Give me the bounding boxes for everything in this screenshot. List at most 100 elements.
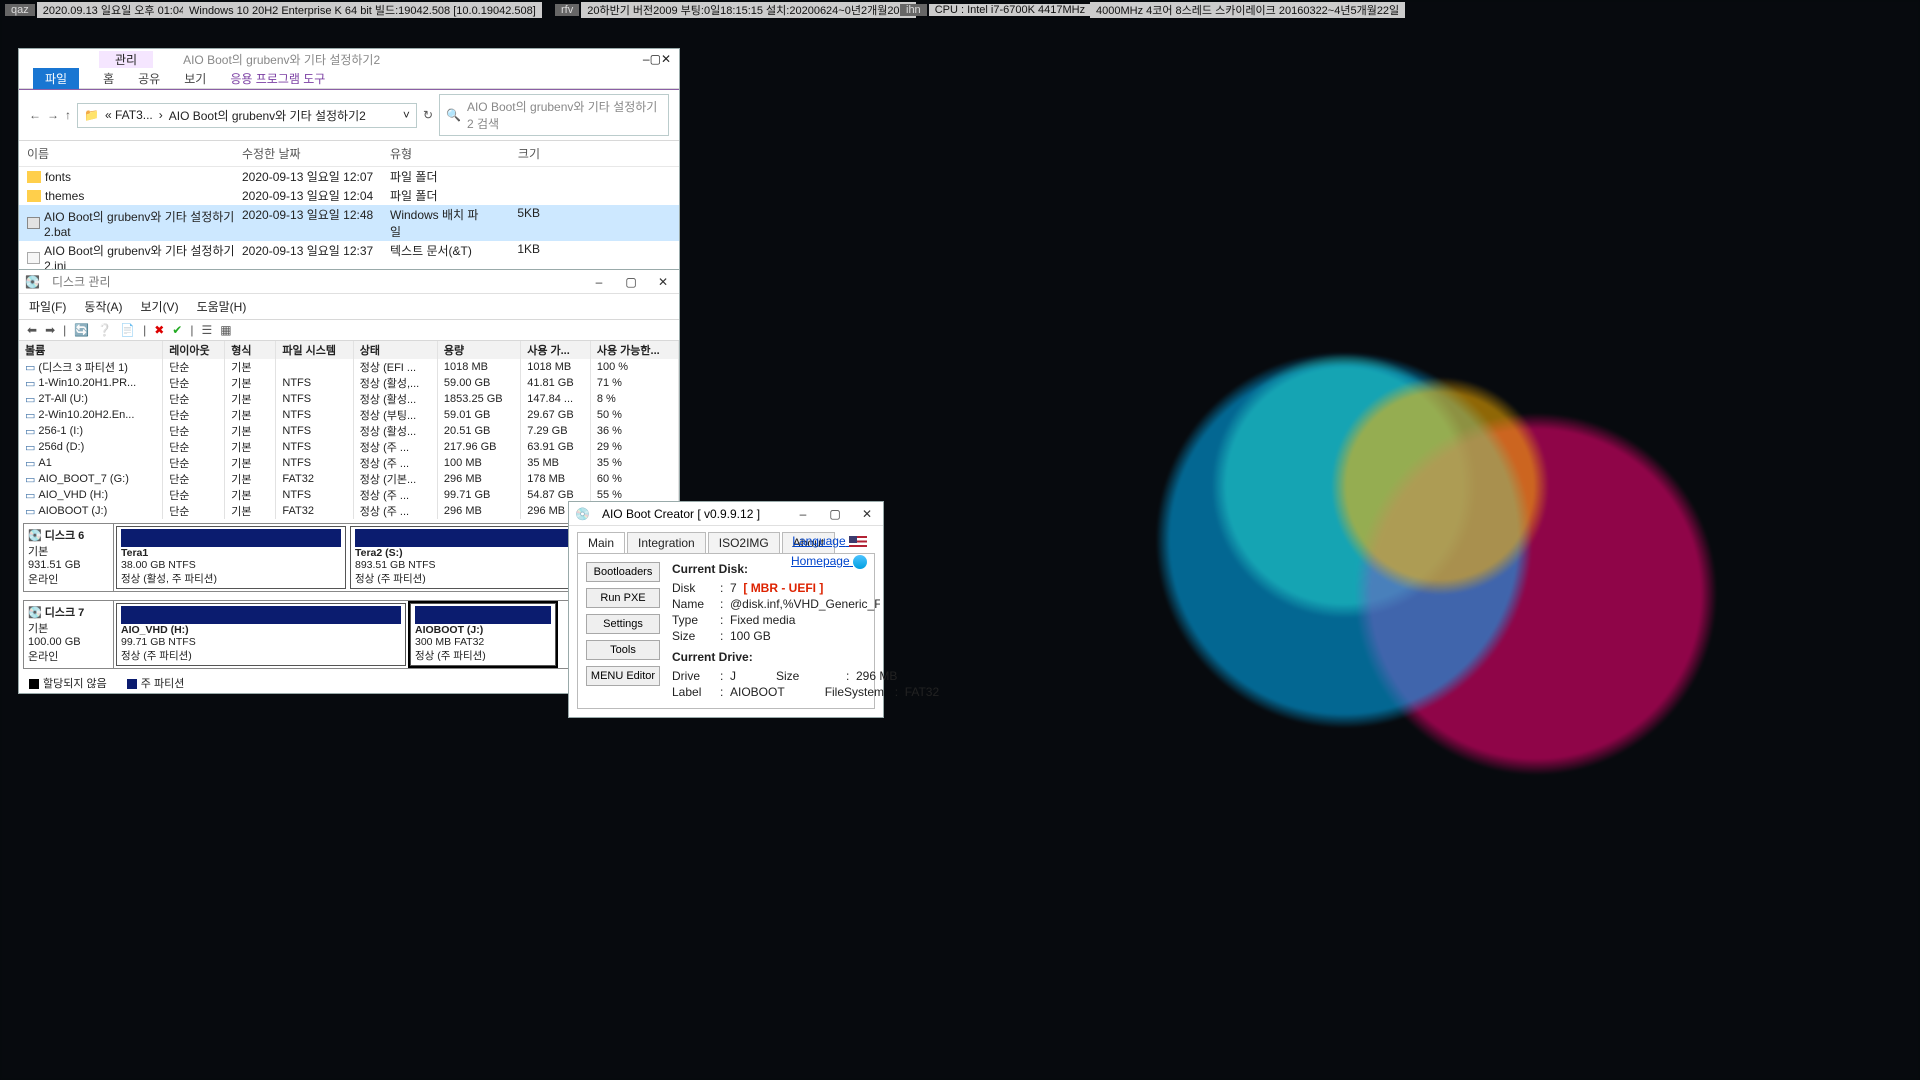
tb-list-icon[interactable]: ☰ [201,323,212,337]
drive-icon: ▭ [25,425,35,438]
drive-icon: ▭ [25,489,35,502]
menu-editor-button[interactable]: MENU Editor [586,666,660,686]
legend-item: 주 파티션 [127,675,185,691]
column-header[interactable]: 상태 [353,341,437,359]
column-header[interactable]: 이름 [27,145,242,162]
tb-help-icon[interactable]: ❔ [97,323,112,337]
overlay-chip: 4000MHz 4코어 8스레드 스카이레이크 20160322~4년5개월22… [1090,2,1405,18]
close-button[interactable]: ✕ [851,507,883,521]
close-button[interactable]: ✕ [647,275,679,289]
overlay-chip: Windows 10 20H2 Enterprise K 64 bit 빌드:1… [183,2,542,18]
homepage-link[interactable]: Homepage [791,554,867,569]
column-header[interactable]: 유형 [390,145,480,162]
tb-fwd-icon[interactable]: ➡ [45,323,55,337]
volume-row[interactable]: ▭(디스크 3 파티션 1)단순기본정상 (EFI ...1018 MB1018… [19,359,679,375]
tb-refresh-icon[interactable]: 🔄 [74,323,89,337]
flag-us-icon [849,536,867,547]
volume-row[interactable]: ▭256d (D:)단순기본NTFS정상 (주 ...217.96 GB63.9… [19,439,679,455]
column-header[interactable]: 사용 가... [521,341,591,359]
menu-item[interactable]: 파일(F) [29,298,66,315]
menu-item[interactable]: 도움말(H) [197,298,247,315]
mbr-uefi-badge: [ MBR - UEFI ] [743,580,823,596]
drive-icon: ▭ [25,473,35,486]
settings-button[interactable]: Settings [586,614,660,634]
window-title: AIO Boot Creator [ v0.9.9.12 ] [596,507,787,521]
search-icon: 🔍 [446,108,461,122]
tools-button[interactable]: Tools [586,640,660,660]
column-header[interactable]: 용량 [437,341,520,359]
nav-back-icon[interactable]: ← [29,108,41,122]
maximize-button[interactable]: ▢ [650,52,661,66]
minimize-button[interactable]: – [583,275,615,289]
disk-icon: 💽 [28,530,42,542]
drive-icon: ▭ [25,441,35,454]
current-drive-heading: Current Drive: [672,650,939,664]
column-header[interactable]: 형식 [225,341,276,359]
search-input[interactable]: 🔍 AIO Boot의 grubenv와 기타 설정하기2 검색 [439,94,669,136]
drive-icon: ▭ [25,505,35,518]
folder-icon [27,171,41,183]
menu-item[interactable]: 동작(A) [84,298,122,315]
column-header[interactable]: 사용 가능한... [590,341,678,359]
nav-up-icon[interactable]: ↑ [65,108,71,122]
language-link[interactable]: Language [792,534,867,548]
column-header[interactable]: 크기 [480,145,540,162]
folder-icon: 📁 [84,108,99,122]
tab-iso2img[interactable]: ISO2IMG [708,532,780,553]
run-pxe-button[interactable]: Run PXE [586,588,660,608]
maximize-button[interactable]: ▢ [819,507,851,521]
drive-icon: ▭ [25,409,35,422]
file-row[interactable]: themes2020-09-13 일요일 12:04파일 폴더 [19,186,679,205]
column-header[interactable]: 파일 시스템 [276,341,353,359]
refresh-icon[interactable]: ↻ [423,108,433,122]
tab-main[interactable]: Main [577,532,625,553]
tab-integration[interactable]: Integration [627,532,706,553]
tb-back-icon[interactable]: ⬅ [27,323,37,337]
volume-row[interactable]: ▭AIO_BOOT_7 (G:)단순기본FAT32정상 (기본...296 MB… [19,471,679,487]
ribbon-context-manage[interactable]: 관리 [99,51,153,68]
bootloaders-button[interactable]: Bootloaders [586,562,660,582]
minimize-button[interactable]: – [787,507,819,521]
volume-row[interactable]: ▭2-Win10.20H2.En...단순기본NTFS정상 (부팅...59.0… [19,407,679,423]
ribbon-tab[interactable]: 파일 [33,68,79,89]
volume-row[interactable]: ▭A1단순기본NTFS정상 (주 ...100 MB35 MB35 % [19,455,679,471]
volume-row[interactable]: ▭2T-All (U:)단순기본NTFS정상 (활성...1853.25 GB1… [19,391,679,407]
close-button[interactable]: ✕ [661,52,671,66]
column-header[interactable]: 볼륨 [19,341,163,359]
column-header[interactable]: 수정한 날짜 [242,145,390,162]
tb-delete-icon[interactable]: ✖ [154,323,164,337]
file-row[interactable]: AIO Boot의 grubenv와 기타 설정하기2.bat2020-09-1… [19,205,679,241]
app-icon: 💿 [569,507,596,521]
volume-row[interactable]: ▭256-1 (I:)단순기본NTFS정상 (활성...20.51 GB7.29… [19,423,679,439]
ribbon-tab[interactable]: 홈 [103,70,114,87]
folder-icon [27,190,41,202]
partition[interactable]: Tera138.00 GB NTFS정상 (활성, 주 파티션) [116,526,346,589]
bat-icon [27,217,40,229]
legend-item: 할당되지 않음 [29,675,107,691]
partition[interactable]: AIOBOOT (J:)300 MB FAT32정상 (주 파티션) [410,603,556,666]
overlay-chip: qaz2020.09.13 일요일 오후 01:04:41 [5,2,206,18]
tb-check-icon[interactable]: ✔ [172,323,182,337]
nav-fwd-icon[interactable]: → [47,108,59,122]
app-icon: 💽 [19,275,46,289]
tb-props-icon[interactable]: 📄 [120,323,135,337]
window-title: AIO Boot의 grubenv와 기타 설정하기2 [153,51,643,68]
window-title: 디스크 관리 [46,273,583,290]
ribbon-tab[interactable]: 보기 [184,70,206,87]
partition[interactable]: AIO_VHD (H:)99.71 GB NTFS정상 (주 파티션) [116,603,406,666]
ribbon-tab[interactable]: 공유 [138,70,160,87]
menu-item[interactable]: 보기(V) [140,298,178,315]
maximize-button[interactable]: ▢ [615,275,647,289]
drive-icon: ▭ [25,457,35,470]
globe-icon [853,555,867,569]
minimize-button[interactable]: – [643,52,650,66]
overlay-chip: rfv20하반기 버전2009 부팅:0일18:15:15 설치:2020062… [555,2,916,18]
ini-icon [27,252,40,264]
volume-row[interactable]: ▭1-Win10.20H1.PR...단순기본NTFS정상 (활성,...59.… [19,375,679,391]
drive-icon: ▭ [25,377,35,390]
column-header[interactable]: 레이아웃 [163,341,225,359]
tb-grid-icon[interactable]: ▦ [220,323,231,337]
address-bar[interactable]: 📁 « FAT3... › AIO Boot의 grubenv와 기타 설정하기… [77,103,417,128]
file-row[interactable]: fonts2020-09-13 일요일 12:07파일 폴더 [19,167,679,186]
drive-icon: ▭ [25,361,35,374]
